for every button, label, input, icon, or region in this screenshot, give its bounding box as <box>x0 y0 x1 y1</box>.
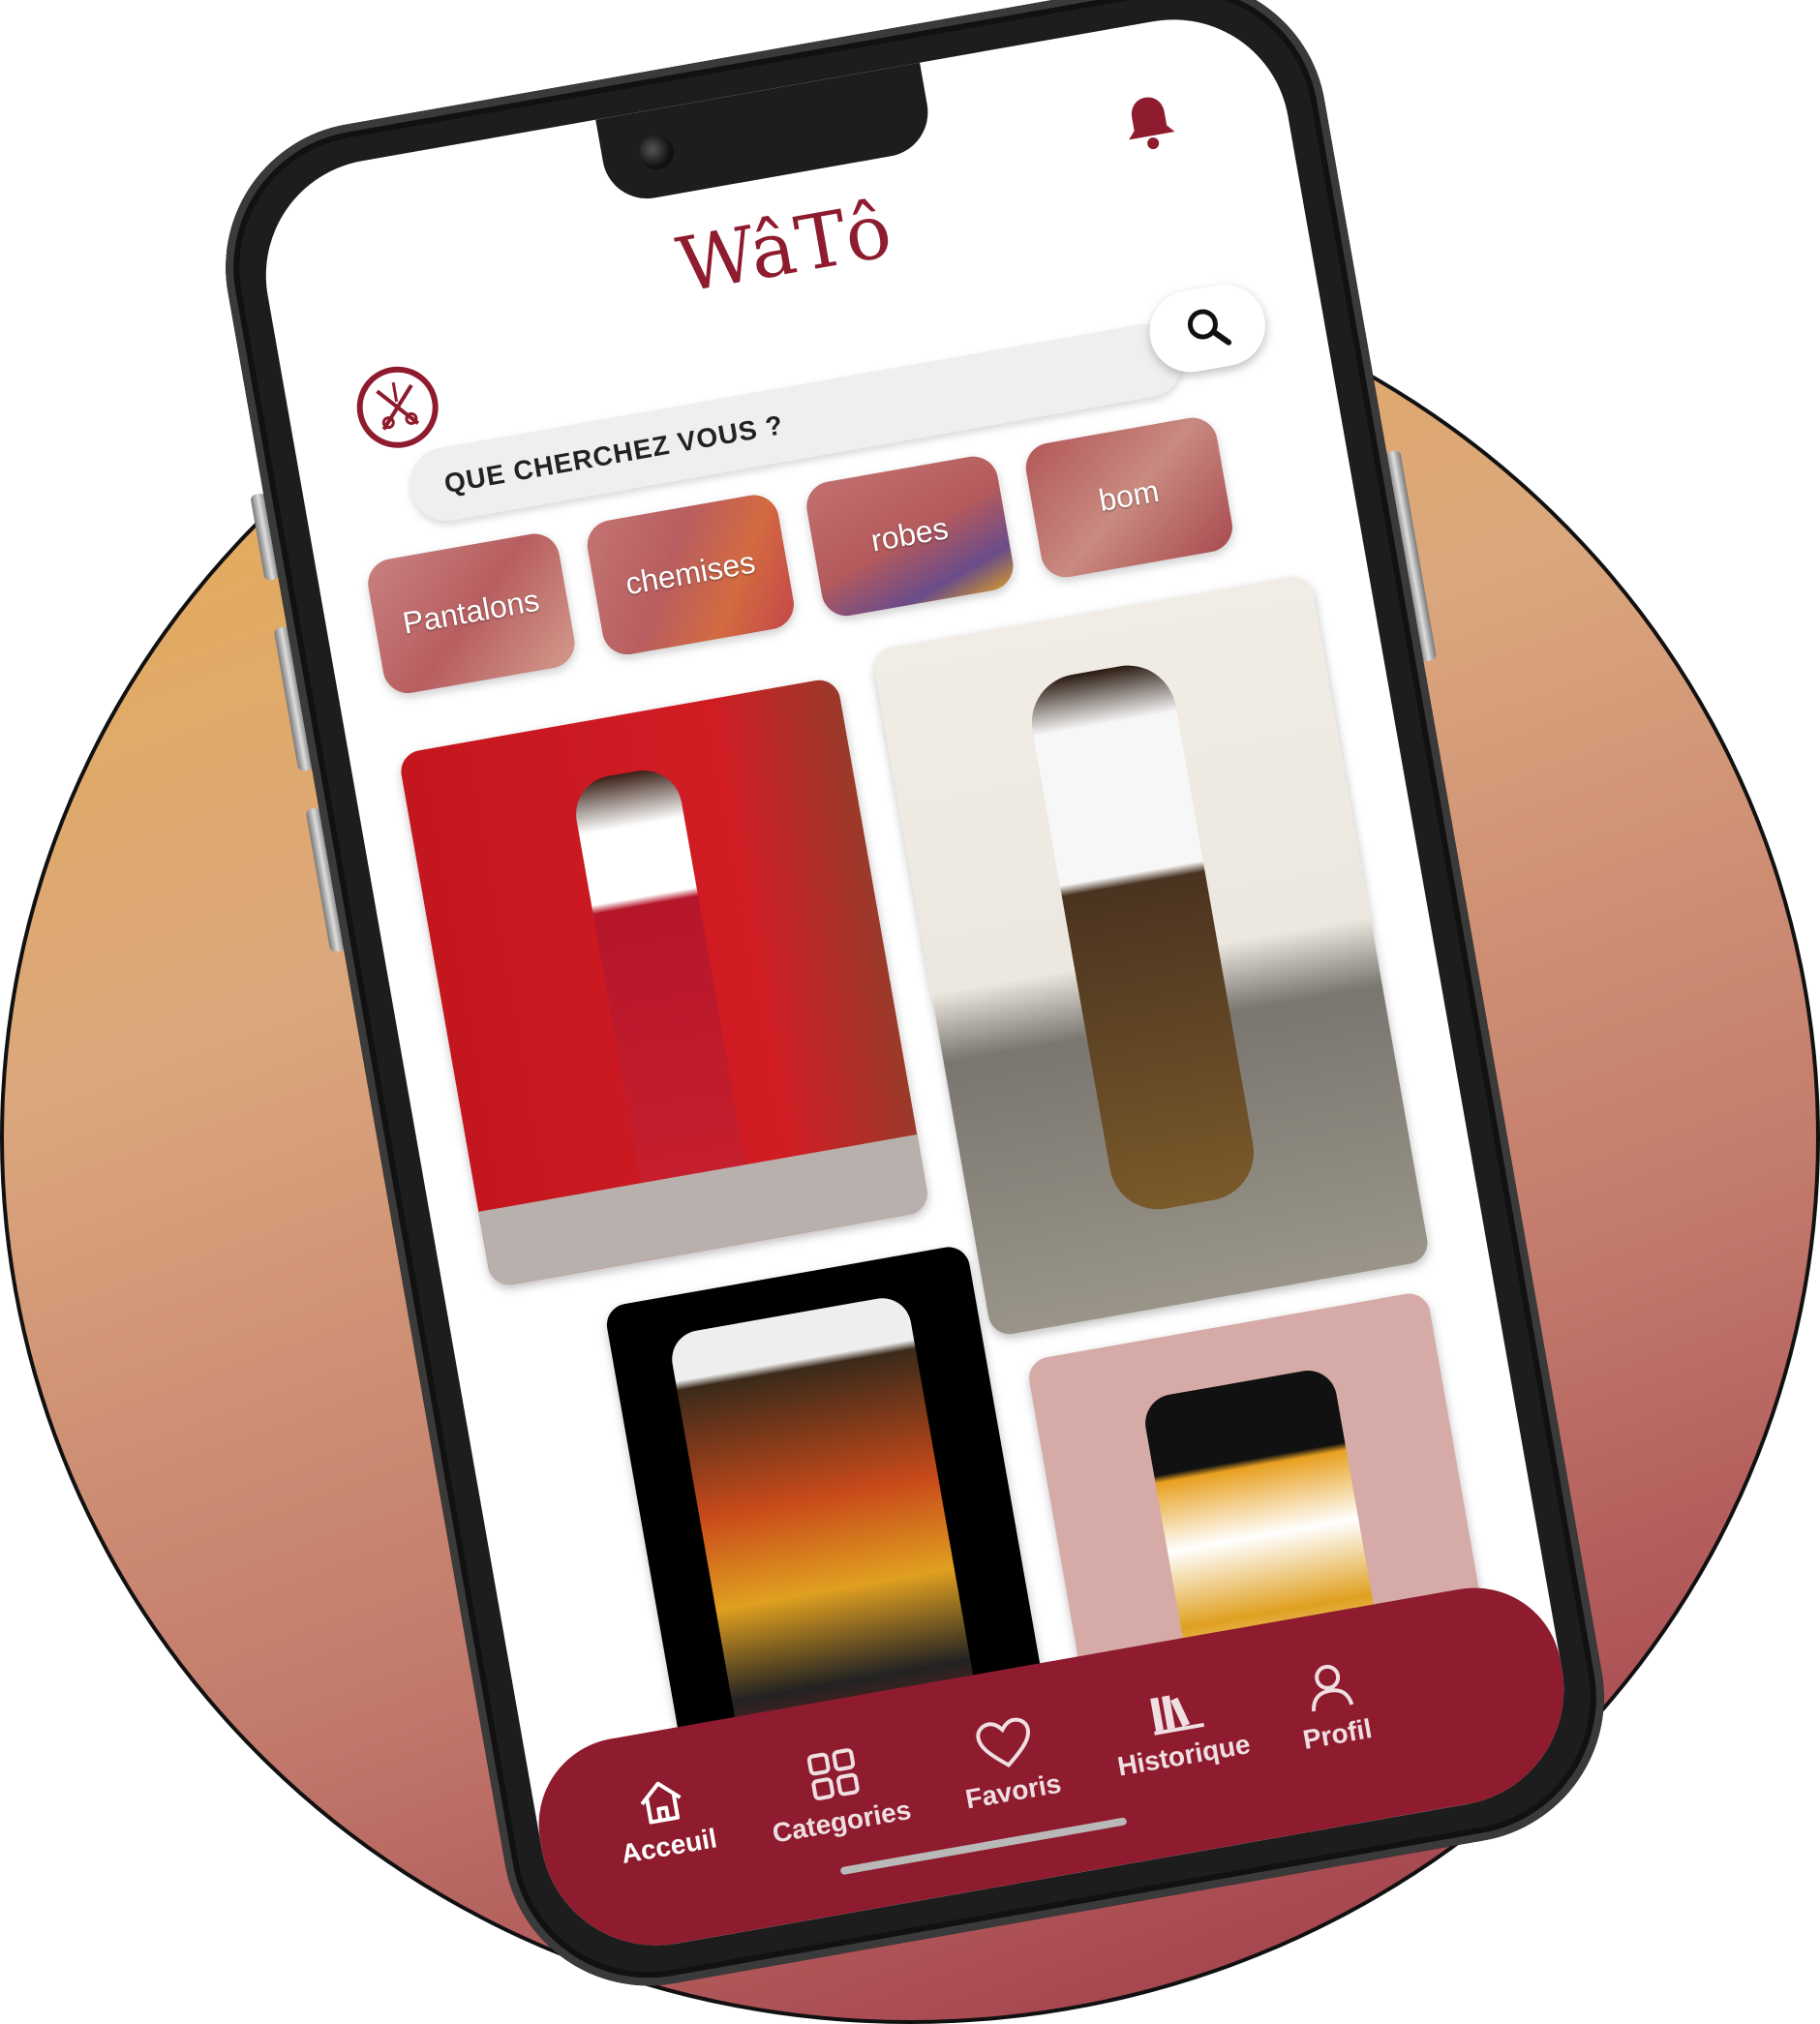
category-tile-robes[interactable]: robes <box>803 452 1017 620</box>
nav-item-profil[interactable]: Profil <box>1258 1650 1407 1762</box>
user-icon <box>1311 1664 1354 1711</box>
grid-icon <box>806 1748 860 1800</box>
product-card[interactable] <box>397 677 931 1288</box>
nav-label: Categories <box>770 1794 914 1849</box>
books-icon <box>1150 1695 1205 1736</box>
nav-item-historique[interactable]: Historique <box>1086 1674 1272 1786</box>
search-icon <box>1187 309 1231 346</box>
product-image <box>1024 657 1261 1218</box>
category-tile-bom[interactable]: bom <box>1021 413 1236 582</box>
nav-label: Favoris <box>962 1767 1064 1815</box>
nav-item-favoris[interactable]: Favoris <box>915 1705 1102 1823</box>
home-icon <box>640 1781 682 1825</box>
nav-item-acceuil[interactable]: Acceuil <box>571 1765 757 1877</box>
nav-label: Acceuil <box>619 1823 719 1870</box>
category-tile-chemises[interactable]: chemises <box>583 491 798 659</box>
product-card[interactable] <box>870 573 1431 1338</box>
front-camera <box>636 132 677 173</box>
heart-icon <box>976 1717 1031 1767</box>
category-tile-pantalons[interactable]: Pantalons <box>364 529 579 698</box>
product-image <box>569 764 752 1222</box>
nav-item-categories[interactable]: Categories <box>743 1735 930 1853</box>
nav-label: Historique <box>1114 1729 1253 1782</box>
nav-label: Profil <box>1300 1713 1375 1755</box>
